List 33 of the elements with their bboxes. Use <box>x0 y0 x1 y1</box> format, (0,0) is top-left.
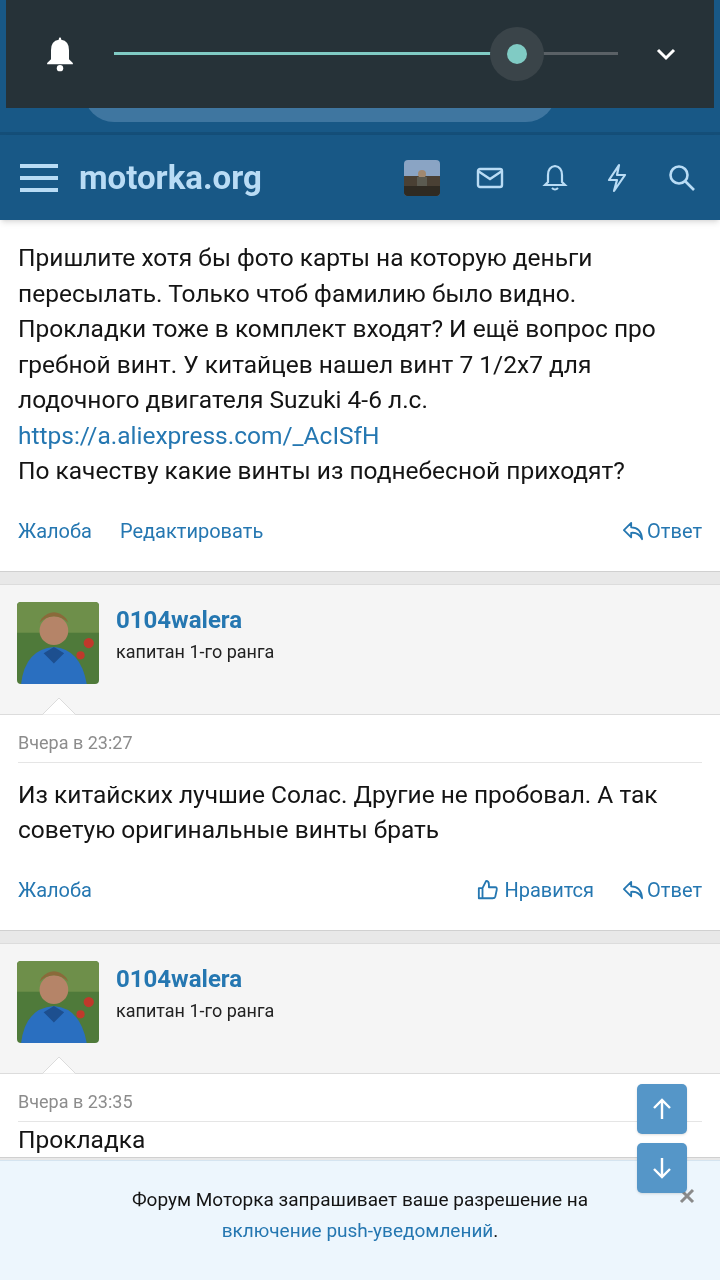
action-link[interactable]: Жалоба <box>18 515 92 546</box>
search-icon[interactable] <box>668 163 696 192</box>
user-rank: капитан 1-го ранга <box>116 639 275 664</box>
reply-button[interactable]: Ответ <box>622 515 702 546</box>
push-message: Форум Моторка запрашивает ваше разрешение на включение push-уведомлений. <box>131 1187 589 1244</box>
site-logo[interactable]: motorka.org <box>79 152 262 203</box>
post-date: Вчера в 23:27 <box>18 714 702 763</box>
user-rank: капитан 1-го ранга <box>116 998 275 1023</box>
reply-icon <box>622 520 645 541</box>
reply-button[interactable]: Ответ <box>622 874 702 905</box>
push-link[interactable]: включение push-уведомлений <box>221 1219 494 1242</box>
post-text: Прокладка <box>18 1123 147 1156</box>
arrow-down-icon <box>652 1157 672 1179</box>
action-link[interactable]: Жалоба <box>18 874 92 905</box>
username-link[interactable]: 0104walera <box>116 602 275 637</box>
scroll-down-button[interactable] <box>637 1143 687 1193</box>
close-icon[interactable] <box>679 1188 695 1204</box>
mail-icon[interactable] <box>476 166 504 189</box>
scroll-up-button[interactable] <box>637 1084 687 1134</box>
reply-icon <box>622 879 645 900</box>
menu-icon[interactable] <box>20 162 58 193</box>
post-text: Из китайских лучшие Солас. Другие не пробовал. А так советую оригинальные винты брать <box>18 778 659 846</box>
chevron-down-icon[interactable] <box>655 47 677 61</box>
thumbs-up-icon <box>477 878 500 901</box>
like-button[interactable]: Нравится <box>477 874 595 905</box>
post-text: Пришлите хотя бы фото карты на которую деньги пересылать. Только чтоб фамилию было видно. Прокладки тоже в комплект входят? И ещё вопрос про гребной винт. У китайцев нашел винт 7 1/2х7 для лодочного двигателя Suzuki 4-6 л.с. https://a.aliexpress.com/_AcISfH По качеству какие винты из поднебесной приходят? <box>18 242 657 487</box>
bell-icon[interactable] <box>542 163 568 192</box>
lightning-icon[interactable] <box>606 162 628 193</box>
action-link[interactable]: Редактировать <box>119 515 264 546</box>
arrow-up-icon <box>652 1098 672 1120</box>
username-link[interactable]: 0104walera <box>116 961 275 996</box>
bell-icon <box>44 36 76 72</box>
link[interactable]: https://a.aliexpress.com/_AcISfH <box>18 420 380 450</box>
